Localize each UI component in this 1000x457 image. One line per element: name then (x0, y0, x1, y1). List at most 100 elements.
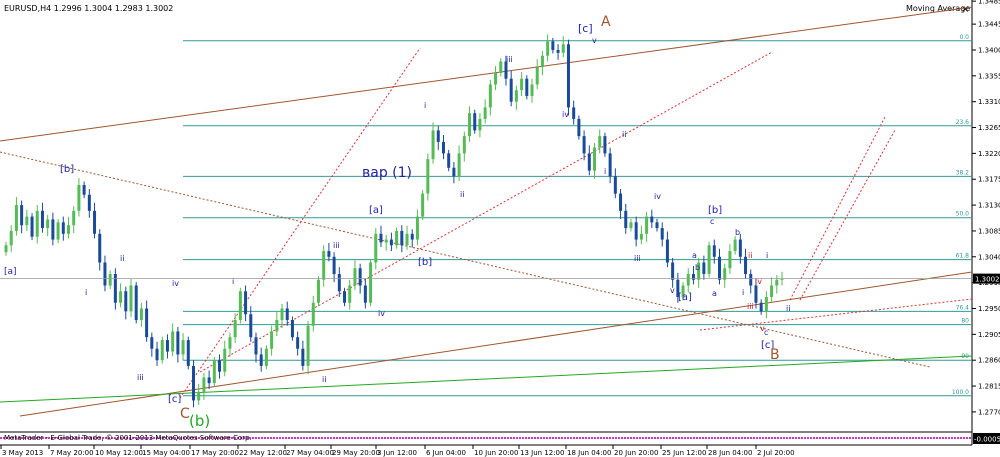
candle-body (124, 291, 128, 312)
candle-body (171, 331, 175, 352)
candle-body (191, 365, 195, 401)
candle-body (56, 222, 60, 240)
candle-body (363, 285, 367, 303)
wave-label: iii (506, 55, 513, 64)
time-tick-label: 15 May 04:00 (142, 449, 190, 457)
fib-level-label: 0.0 (959, 34, 969, 41)
candle-body (270, 331, 274, 349)
candle-body (316, 279, 320, 303)
candle-body (665, 239, 669, 263)
price-tick-label: 1.2905 (978, 331, 1000, 339)
candle-body (181, 340, 185, 355)
fib-level-label: 100.0 (952, 389, 969, 396)
candle-body (20, 205, 24, 226)
wave-label: [c] (578, 22, 593, 35)
candle-body (82, 184, 86, 195)
candle-body (374, 233, 378, 263)
candle-body (4, 245, 8, 253)
time-tick-label: 10 May 12:00 (95, 449, 143, 457)
wave-label: c (764, 328, 768, 337)
wave-label: ii (322, 375, 326, 384)
candle-body (343, 291, 347, 303)
candle-body (447, 153, 451, 168)
candle-body (228, 337, 232, 349)
price-tick-label: 1.3310 (978, 98, 1000, 106)
time-tick-label: 17 May 20:00 (191, 449, 239, 457)
wave-label: iii (747, 302, 754, 311)
wave-label: ii (786, 304, 790, 313)
indicator-subwindow: -0.0005 MetaTrader - E-Global Trade, © 2… (0, 433, 1000, 444)
price-tick-label: 1.3265 (978, 124, 1000, 132)
price-tick-label: 1.3485 (978, 0, 1000, 6)
candle-body (35, 210, 39, 237)
fib-level-label: 61.8 (956, 253, 970, 260)
wave-label: [b] (708, 205, 722, 216)
candle-body (431, 130, 435, 160)
price-tick-label: 1.2950 (978, 305, 1000, 313)
candle-body (98, 233, 102, 263)
candle-body (613, 176, 617, 194)
window-title: EURUSD,H4 1.2996 1.3004 1.2983 1.3002 (4, 4, 173, 13)
candle-body (332, 256, 336, 275)
candle-body (40, 210, 44, 229)
candle-body (93, 210, 97, 234)
candle-body (441, 141, 445, 154)
time-tick-label: 13 Jun 12:00 (520, 449, 564, 457)
time-tick-label: 3 Jun 12:00 (377, 449, 417, 457)
candle-body (150, 337, 154, 349)
time-tick-label: 20 Jun 20:00 (614, 449, 658, 457)
candle-body (639, 233, 643, 240)
time-tick-label: 7 May 20:00 (50, 449, 94, 457)
fib-level-label: 76.4 (956, 304, 970, 311)
candle-body (108, 274, 112, 286)
candle-body (733, 239, 737, 252)
candle-body (259, 354, 263, 366)
candle-body (165, 340, 169, 352)
candle-body (327, 251, 331, 257)
candle-body (145, 308, 149, 338)
wave-label: B (770, 347, 780, 363)
price-tick-label: 1.3400 (978, 46, 1000, 54)
price-tick-label: 1.3085 (978, 227, 1000, 235)
candle-body (176, 331, 180, 355)
candle-body (218, 360, 222, 372)
candle-body (608, 153, 612, 177)
wave-label: iv (654, 192, 661, 201)
candle-body (155, 348, 159, 361)
candle-body (462, 136, 466, 154)
candle-body (134, 285, 138, 320)
time-tick-label: 28 Jun 04:00 (708, 449, 752, 457)
candle-body (593, 147, 597, 171)
candle-body (202, 377, 206, 392)
close-icon[interactable]: × (961, 4, 969, 15)
price-chart[interactable]: EURUSD,H4 1.2996 1.3004 1.2983 1.3002 Mo… (0, 0, 1000, 457)
time-tick-label: 27 May 04:00 (286, 449, 334, 457)
candle-body (468, 113, 472, 137)
wave-label: i (604, 167, 606, 176)
price-tick-label: 1.2770 (978, 408, 1000, 416)
wave-label: iii (333, 241, 340, 250)
fib-level-label: 23.6 (956, 119, 970, 126)
candle-body (72, 210, 76, 226)
candle-body (348, 285, 352, 303)
wave-label: a (692, 251, 697, 260)
candle-body (540, 55, 544, 68)
wave-label: i (424, 101, 426, 110)
candle-body (645, 216, 649, 234)
candle-body (712, 245, 716, 257)
candle-body (744, 256, 748, 275)
candle-body (353, 268, 357, 286)
candle-body (723, 268, 727, 280)
price-tick-label: 1.3040 (978, 253, 1000, 261)
time-tick-label: 6 Jun 04:00 (426, 449, 466, 457)
candle-body (561, 44, 565, 53)
candle-body (410, 233, 414, 240)
candle-body (207, 377, 211, 384)
candle-body (275, 319, 279, 332)
time-tick-label: 18 Jun 04:00 (567, 449, 611, 457)
candle-body (197, 391, 201, 401)
fib-level-label: 38.2 (956, 169, 970, 176)
wave-label: iv (378, 309, 385, 318)
candle-body (436, 130, 440, 142)
candle-body (233, 319, 237, 338)
